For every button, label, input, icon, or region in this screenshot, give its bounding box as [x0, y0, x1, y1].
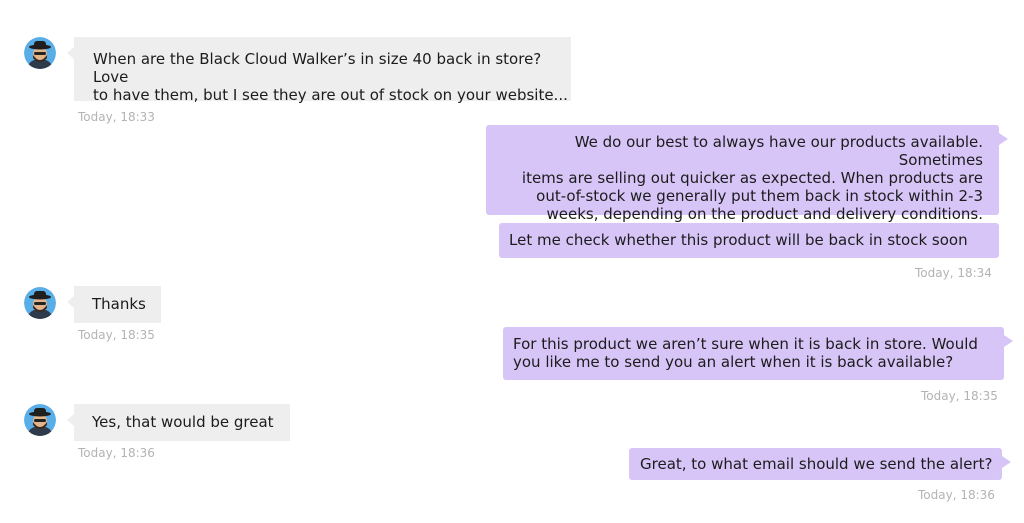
message-text: Let me check whether this product will b…: [509, 231, 968, 249]
message-timestamp: Today, 18:33: [78, 110, 155, 124]
outgoing-message: For this product we aren’t sure when it …: [503, 327, 1013, 380]
outgoing-message: Great, to what email should we send the …: [629, 448, 1011, 480]
incoming-message: When are the Black Cloud Walker’s in siz…: [67, 37, 571, 104]
incoming-message: Thanks: [67, 286, 161, 323]
message-text: Great, to what email should we send the …: [640, 455, 993, 473]
outgoing-message: Let me check whether this product will b…: [499, 223, 999, 258]
message-timestamp: Today, 18:36: [918, 488, 995, 502]
outgoing-message: We do our best to always have our produc…: [486, 125, 1008, 223]
message-text-line: We do our best to always have our produc…: [574, 133, 983, 169]
user-avatar-icon: [24, 287, 56, 319]
message-text: Yes, that would be great: [92, 413, 274, 431]
message-text-line: When are the Black Cloud Walker’s in siz…: [93, 50, 542, 86]
incoming-message: Yes, that would be great: [67, 404, 290, 441]
message-text-line: you like me to send you an alert when it…: [513, 353, 954, 371]
user-avatar-icon: [24, 404, 56, 436]
message-text-line: to have them, but I see they are out of …: [93, 86, 568, 104]
message-text-line: out-of-stock we generally put them back …: [536, 187, 983, 205]
message-text-line: items are selling out quicker as expecte…: [521, 169, 983, 187]
message-timestamp: Today, 18:36: [78, 446, 155, 460]
message-timestamp: Today, 18:35: [921, 389, 998, 403]
message-text: Thanks: [92, 295, 146, 313]
message-timestamp: Today, 18:35: [78, 328, 155, 342]
message-text-line: For this product we aren’t sure when it …: [513, 335, 978, 353]
message-text-line: weeks, depending on the product and deli…: [546, 205, 983, 223]
message-timestamp: Today, 18:34: [915, 266, 992, 280]
user-avatar-icon: [24, 37, 56, 69]
